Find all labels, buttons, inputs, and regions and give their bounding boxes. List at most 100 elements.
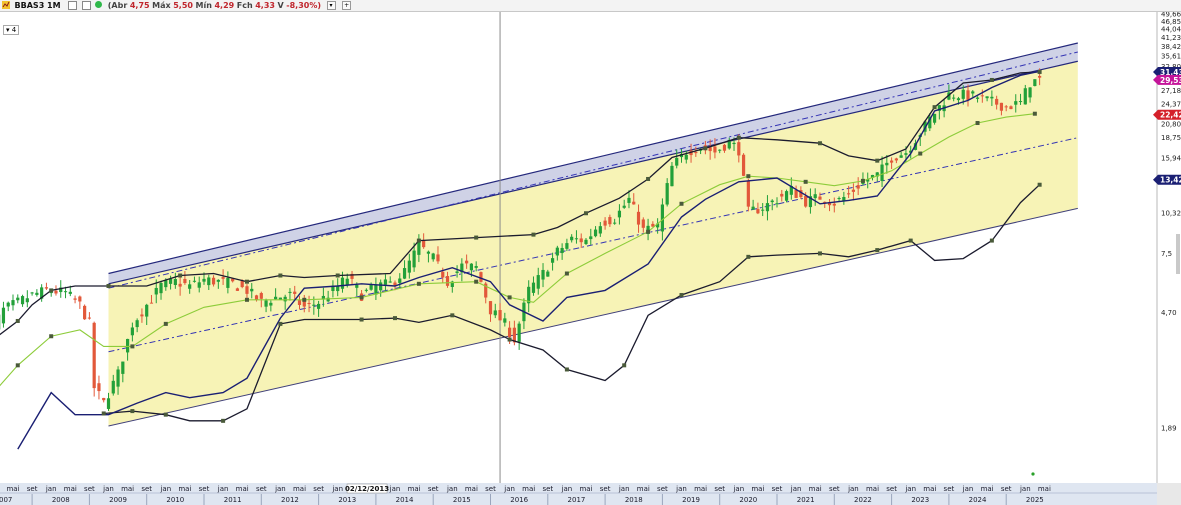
candle-body — [6, 302, 10, 307]
time-axis-year-label: 2013 — [338, 496, 356, 504]
candle-body — [899, 155, 903, 158]
candle-body — [145, 304, 149, 317]
candle-body — [894, 158, 898, 161]
candle-body — [1028, 87, 1032, 98]
candle-body — [598, 226, 602, 234]
price-axis-tick-label: 20,80 — [1161, 121, 1181, 129]
options-button[interactable]: ▾ — [326, 1, 336, 10]
candle-body — [441, 271, 445, 278]
bollinger-lower-marker — [101, 411, 106, 416]
candle-body — [565, 243, 569, 249]
time-axis-month-label: set — [485, 485, 496, 493]
axis-resize-handle — [1176, 234, 1180, 274]
time-axis-month-label: mai — [809, 485, 822, 493]
candle-body — [584, 239, 588, 244]
bollinger-lower-marker — [908, 238, 913, 243]
chart-app-icon — [2, 1, 10, 9]
time-axis-month-label: set — [657, 485, 668, 493]
bollinger-upper-marker — [49, 288, 54, 293]
candle-body — [589, 236, 593, 240]
window-restore-icon[interactable] — [68, 1, 78, 10]
price-axis-tick-label: 10,32 — [1161, 209, 1181, 217]
time-axis-year-label: 2009 — [109, 496, 127, 504]
candle-body — [412, 250, 416, 268]
bollinger-upper-marker — [875, 158, 880, 163]
candle-body — [995, 98, 999, 105]
time-axis-month-label: jan — [389, 485, 401, 493]
candle-body — [297, 300, 302, 305]
price-axis-tick-label: 18,75 — [1161, 134, 1181, 142]
time-axis-month-label: jan — [274, 485, 286, 493]
candle-body — [751, 206, 755, 210]
candle-body — [130, 327, 134, 336]
bollinger-upper-marker — [1037, 69, 1042, 74]
time-axis-year-label: 2016 — [510, 496, 528, 504]
candle-body — [956, 98, 961, 101]
candle — [746, 178, 750, 212]
bollinger-upper-marker — [106, 283, 111, 288]
sma-marker — [507, 295, 512, 300]
candle-body — [340, 277, 345, 289]
bollinger-lower-marker — [622, 363, 627, 368]
time-axis-month-label: mai — [293, 485, 306, 493]
candle-body — [250, 288, 254, 292]
window-layout-icon[interactable] — [81, 1, 91, 10]
date-marker-label: 02/12/2013 — [345, 485, 389, 493]
bollinger-upper-marker — [584, 211, 588, 216]
time-axis-month-label: mai — [6, 485, 19, 493]
candle-body — [780, 193, 784, 197]
time-axis-month-label: jan — [102, 485, 114, 493]
candle-body — [574, 238, 579, 240]
candle — [1033, 79, 1037, 87]
candle-body — [746, 181, 750, 207]
add-indicator-button[interactable]: + — [342, 1, 352, 10]
candle — [83, 304, 87, 320]
candle-body — [1018, 101, 1023, 103]
candle-body — [159, 282, 163, 294]
time-axis-month-label: jan — [217, 485, 229, 493]
time-axis-month-label: jan — [561, 485, 573, 493]
candle-body — [264, 300, 268, 307]
price-axis-tick-label: 27,18 — [1161, 87, 1181, 95]
time-axis-month-label: mai — [923, 485, 936, 493]
time-axis-month-label: mai — [1038, 485, 1051, 493]
bollinger-upper-marker — [416, 238, 421, 243]
candle-body — [240, 281, 244, 288]
sma-marker — [918, 151, 923, 156]
sma-marker — [302, 297, 307, 302]
candle-body — [665, 183, 669, 205]
time-axis-year-label: 2008 — [52, 496, 70, 504]
bollinger-lower-marker — [746, 254, 751, 259]
candle-body — [274, 296, 278, 300]
time-axis-month-label: set — [256, 485, 267, 493]
candle-body — [221, 277, 225, 279]
time-axis-month-label: jan — [962, 485, 974, 493]
indicator-dropdown[interactable]: ▾ 4 — [3, 25, 20, 35]
candle — [741, 153, 746, 177]
candle-body — [517, 323, 521, 342]
price-chart[interactable]: 49,6646,8544,0441,2338,4235,6132,8027,18… — [0, 12, 1181, 505]
time-axis-month-label: jan — [904, 485, 916, 493]
candle-body — [550, 258, 555, 263]
bollinger-upper-marker — [244, 279, 249, 284]
bollinger-upper-marker — [278, 273, 283, 278]
time-axis-month-label: set — [428, 485, 439, 493]
candle-body — [192, 280, 197, 282]
bollinger-lower-marker — [163, 412, 168, 417]
chart-area[interactable]: 49,6646,8544,0441,2338,4235,6132,8027,18… — [0, 12, 1181, 505]
sma-marker — [803, 179, 808, 184]
sma-marker — [1032, 111, 1037, 116]
sma-marker — [646, 229, 651, 234]
candle-body — [235, 288, 240, 291]
candle-body — [474, 266, 478, 268]
time-axis-month-label: jan — [675, 485, 687, 493]
price-badge-label: 29,53 — [1160, 76, 1181, 85]
candle-body — [63, 291, 68, 293]
candle-body — [932, 113, 937, 123]
candle-body — [1009, 106, 1013, 110]
time-axis-month-label: set — [542, 485, 553, 493]
candle-body — [761, 209, 765, 211]
sma-marker — [975, 121, 980, 126]
time-axis-month-label: set — [1001, 485, 1012, 493]
time-axis-year-label: 2019 — [682, 496, 700, 504]
